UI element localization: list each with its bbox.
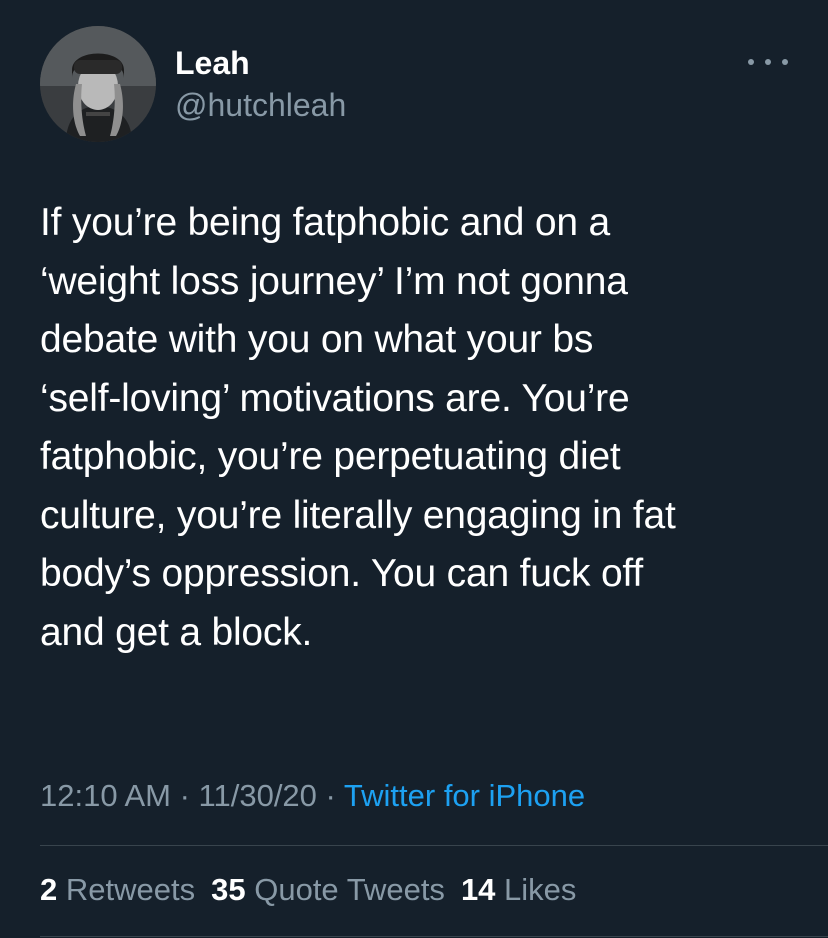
retweets-stat[interactable]: 2 Retweets xyxy=(40,872,195,907)
tweet-text-line: ‘weight loss journey’ I’m not gonna xyxy=(40,259,628,303)
tweet-text-line: If you’re being fatphobic and on a xyxy=(40,201,610,244)
divider xyxy=(40,845,828,846)
tweet-metadata: 12:10 AM · 11/30/20 · Twitter for iPhone xyxy=(40,776,585,816)
tweet-text: If you’re being fatphobic and on a ‘weig… xyxy=(40,194,800,662)
tweet-text-line: debate with you on what your bs xyxy=(40,318,594,361)
more-dot xyxy=(748,59,754,65)
retweets-label: Retweets xyxy=(65,872,196,907)
likes-label: Likes xyxy=(504,872,577,907)
avatar[interactable] xyxy=(40,26,156,142)
tweet-source-link[interactable]: Twitter for iPhone xyxy=(344,778,585,813)
likes-stat[interactable]: 14 Likes xyxy=(461,872,576,907)
more-dot xyxy=(765,59,771,65)
author-handle[interactable]: @hutchleah xyxy=(175,86,346,124)
more-options-icon[interactable] xyxy=(748,50,788,74)
tweet-text-line: ‘self-loving’ motivations are. You’re xyxy=(40,376,630,420)
tweet-text-line: and get a block. xyxy=(40,610,313,654)
tweet-stats: 2 Retweets 35 Quote Tweets 14 Likes xyxy=(40,870,576,910)
tweet-detail: Leah @hutchleah If you’re being fatphobi… xyxy=(0,0,828,938)
profile-photo-icon xyxy=(40,26,156,142)
tweet-text-line: culture, you’re literally engaging in fa… xyxy=(40,493,676,537)
tweet-time: 12:10 AM xyxy=(40,778,171,813)
likes-count: 14 xyxy=(460,872,496,907)
meta-separator: · xyxy=(316,778,344,813)
author-display-name[interactable]: Leah xyxy=(175,44,250,82)
quote-tweets-label: Quote Tweets xyxy=(254,872,445,907)
divider xyxy=(40,936,828,937)
quote-tweets-count: 35 xyxy=(211,872,246,907)
tweet-date: 11/30/20 xyxy=(198,778,317,813)
meta-separator: · xyxy=(170,778,199,813)
retweets-count: 2 xyxy=(40,872,58,907)
quote-tweets-stat[interactable]: 35 Quote Tweets xyxy=(211,872,445,907)
more-dot xyxy=(782,59,788,65)
tweet-text-line: body’s oppression. You can fuck off xyxy=(40,552,644,595)
tweet-text-line: fatphobic, you’re perpetuating diet xyxy=(40,435,621,478)
